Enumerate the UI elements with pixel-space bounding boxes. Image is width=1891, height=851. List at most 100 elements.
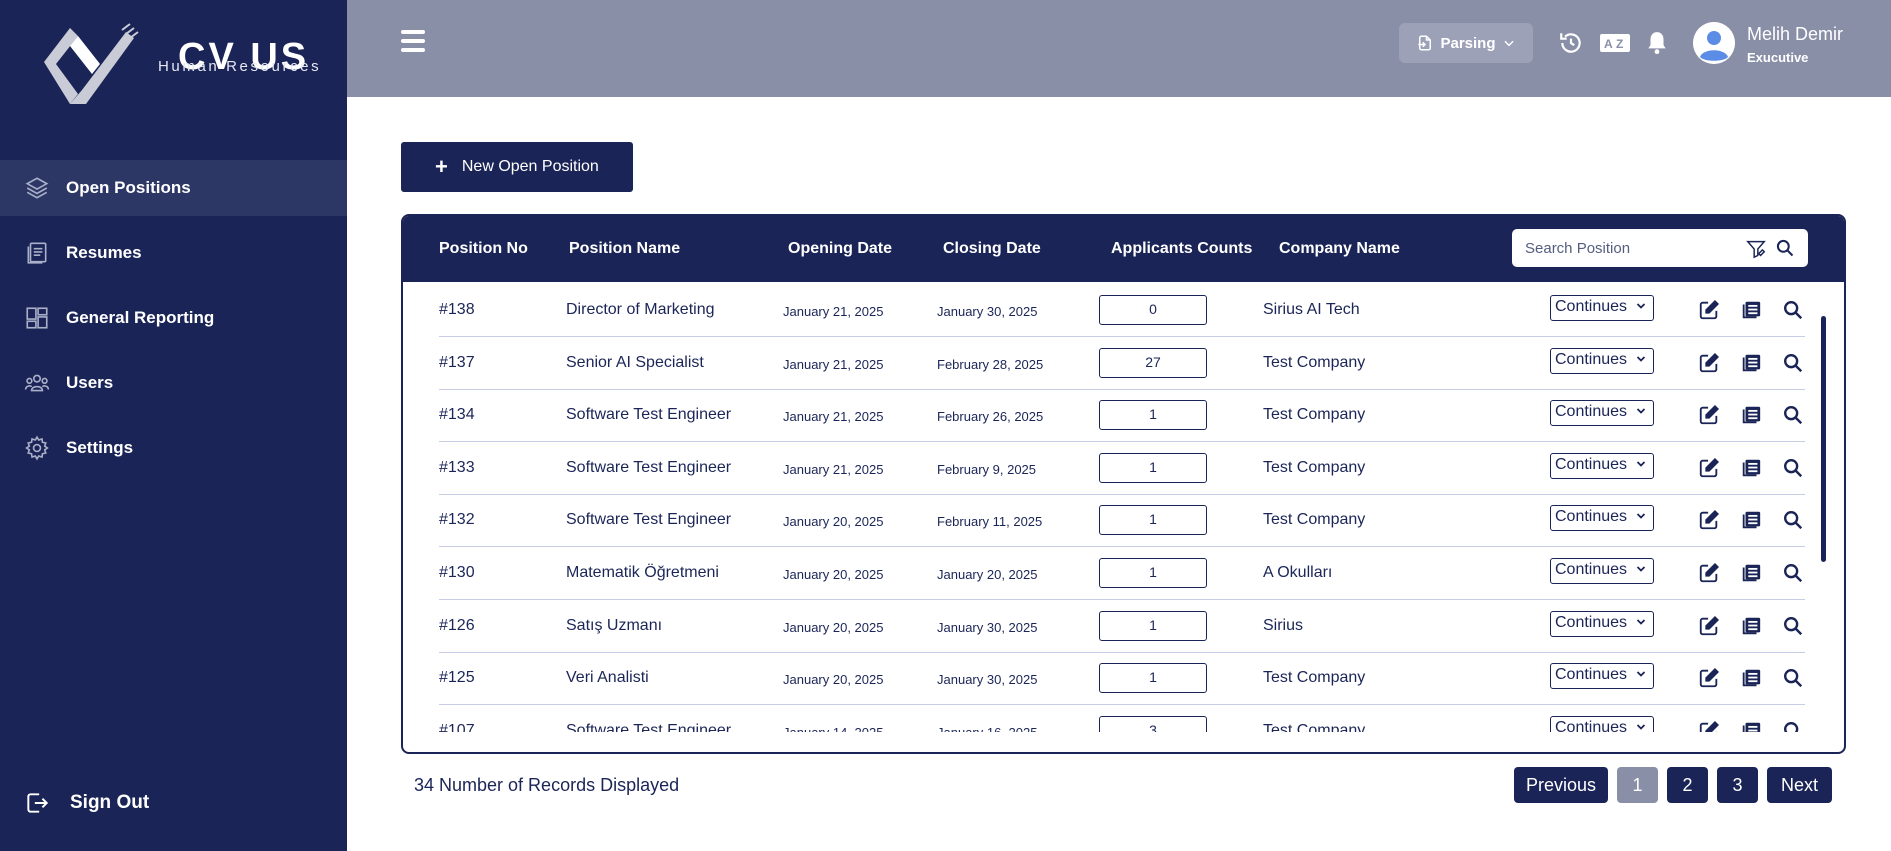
table-scrollbar[interactable] bbox=[1821, 316, 1826, 562]
search-icon[interactable] bbox=[1782, 404, 1804, 426]
applicants-count[interactable]: 1 bbox=[1099, 663, 1207, 694]
table-row[interactable]: #107 Software Test Engineer January 14, 20… bbox=[439, 705, 1805, 732]
table-row[interactable]: #138 Director of Marketing January 21, 202… bbox=[439, 284, 1805, 337]
position-name[interactable]: Matematik Öğretmeni bbox=[566, 564, 719, 582]
sidebar-item-open-positions[interactable]: Open Positions bbox=[0, 160, 347, 216]
applicants-count[interactable]: 0 bbox=[1099, 295, 1207, 325]
edit-icon[interactable] bbox=[1698, 457, 1720, 479]
status-select[interactable]: Continues bbox=[1550, 558, 1654, 584]
search-icon[interactable] bbox=[1782, 667, 1804, 689]
position-name[interactable]: Veri Analisti bbox=[566, 669, 649, 687]
sidebar-item-settings[interactable]: Settings bbox=[0, 420, 347, 476]
page-button-3[interactable]: 3 bbox=[1717, 767, 1758, 803]
status-select[interactable]: Continues bbox=[1550, 610, 1654, 637]
position-name[interactable]: Software Test Engineer bbox=[566, 406, 731, 424]
position-name[interactable]: Software Test Engineer bbox=[566, 722, 731, 732]
status-select[interactable]: Continues bbox=[1550, 347, 1654, 374]
table-row[interactable]: #137 Senior AI Specialist January 21, 2025… bbox=[439, 337, 1805, 390]
list-detail-icon[interactable] bbox=[1740, 509, 1762, 531]
sidebar-item-general-reporting[interactable]: General Reporting bbox=[0, 290, 347, 346]
search-icon[interactable] bbox=[1782, 720, 1804, 732]
applicants-count[interactable]: 27 bbox=[1099, 347, 1207, 378]
status-select[interactable]: Continues bbox=[1550, 663, 1654, 690]
closing-date: January 30, 2025 bbox=[937, 304, 1038, 319]
edit-icon[interactable] bbox=[1698, 404, 1720, 426]
search-icon[interactable] bbox=[1775, 238, 1795, 258]
svg-text:Z: Z bbox=[1616, 37, 1623, 51]
search-input[interactable] bbox=[1512, 229, 1732, 267]
filter-icon[interactable] bbox=[1745, 238, 1767, 260]
applicants-count[interactable]: 1 bbox=[1099, 558, 1207, 588]
search-icon[interactable] bbox=[1782, 299, 1804, 321]
search-icon[interactable] bbox=[1782, 615, 1804, 637]
sidebar-item-resumes[interactable]: Resumes bbox=[0, 225, 347, 281]
closing-date: January 16, 2025 bbox=[937, 725, 1037, 732]
applicants-count[interactable]: 1 bbox=[1099, 505, 1207, 536]
menu-toggle-icon[interactable] bbox=[401, 30, 425, 52]
sign-out-button[interactable]: Sign Out bbox=[24, 790, 149, 816]
history-icon[interactable] bbox=[1558, 30, 1584, 56]
list-detail-icon[interactable] bbox=[1740, 457, 1762, 479]
edit-icon[interactable] bbox=[1698, 299, 1720, 321]
position-name[interactable]: Senior AI Specialist bbox=[566, 354, 704, 372]
list-detail-icon[interactable] bbox=[1740, 404, 1762, 426]
page-button-1[interactable]: 1 bbox=[1617, 767, 1658, 803]
sidebar-item-users[interactable]: Users bbox=[0, 355, 347, 411]
search-icon[interactable] bbox=[1782, 352, 1804, 374]
status-select[interactable]: Continues bbox=[1550, 505, 1654, 532]
avatar[interactable] bbox=[1693, 22, 1735, 64]
applicants-count[interactable]: 1 bbox=[1099, 610, 1207, 641]
status-select[interactable]: Continues bbox=[1550, 452, 1654, 479]
column-header-applicants-counts[interactable]: Applicants Counts bbox=[1111, 240, 1252, 258]
status-select[interactable]: Continues bbox=[1550, 295, 1654, 321]
table-row[interactable]: #125 Veri Analisti January 20, 2025 January… bbox=[439, 652, 1805, 706]
column-header-position-name[interactable]: Position Name bbox=[569, 240, 680, 258]
page-button-2[interactable]: 2 bbox=[1667, 767, 1708, 803]
position-name[interactable]: Software Test Engineer bbox=[566, 511, 731, 529]
search-icon[interactable] bbox=[1782, 562, 1804, 584]
table-row[interactable]: #134 Software Test Engineer January 21, 20… bbox=[439, 389, 1805, 443]
edit-icon[interactable] bbox=[1698, 667, 1720, 689]
user-avatar-icon bbox=[1693, 22, 1735, 64]
edit-icon[interactable] bbox=[1698, 352, 1720, 374]
user-name[interactable]: Melih Demir bbox=[1747, 24, 1843, 45]
table-row[interactable]: #132 Software Test Engineer January 20, 20… bbox=[439, 494, 1805, 548]
next-page-button[interactable]: Next bbox=[1767, 767, 1832, 803]
status-value: Continues bbox=[1555, 508, 1628, 526]
column-header-opening-date[interactable]: Opening Date bbox=[788, 240, 892, 258]
column-header-closing-date[interactable]: Closing Date bbox=[943, 240, 1041, 258]
column-header-position-no[interactable]: Position No bbox=[439, 240, 528, 258]
parsing-dropdown[interactable]: Parsing bbox=[1399, 23, 1533, 63]
list-detail-icon[interactable] bbox=[1740, 299, 1762, 321]
list-detail-icon[interactable] bbox=[1740, 667, 1762, 689]
search-icon[interactable] bbox=[1782, 509, 1804, 531]
table-row[interactable]: #133 Software Test Engineer January 21, 20… bbox=[439, 442, 1805, 495]
new-open-position-button[interactable]: + New Open Position bbox=[401, 142, 633, 192]
list-detail-icon[interactable] bbox=[1740, 562, 1762, 584]
position-name[interactable]: Director of Marketing bbox=[566, 301, 715, 319]
status-select[interactable]: Continues bbox=[1550, 400, 1654, 427]
company-name: Test Company bbox=[1263, 721, 1366, 732]
edit-icon[interactable] bbox=[1698, 720, 1720, 732]
position-name[interactable]: Software Test Engineer bbox=[566, 459, 731, 477]
applicants-count[interactable]: 1 bbox=[1099, 400, 1207, 431]
status-select[interactable]: Continues bbox=[1550, 715, 1654, 732]
edit-icon[interactable] bbox=[1698, 562, 1720, 584]
table-row[interactable]: #130 Matematik Öğretmeni January 20, 2025 J… bbox=[439, 547, 1805, 600]
applicants-count[interactable]: 3 bbox=[1099, 715, 1207, 732]
search-icon[interactable] bbox=[1782, 457, 1804, 479]
table-row[interactable]: #126 Satış Uzmanı January 20, 2025 January … bbox=[439, 600, 1805, 653]
translate-icon[interactable]: AZ bbox=[1599, 30, 1631, 56]
position-name[interactable]: Satış Uzmanı bbox=[566, 617, 662, 635]
edit-icon[interactable] bbox=[1698, 615, 1720, 637]
list-detail-icon[interactable] bbox=[1740, 615, 1762, 637]
edit-icon[interactable] bbox=[1698, 509, 1720, 531]
chevron-down-icon bbox=[1636, 303, 1646, 309]
status-value: Continues bbox=[1555, 718, 1628, 732]
column-header-company-name[interactable]: Company Name bbox=[1279, 240, 1400, 258]
previous-page-button[interactable]: Previous bbox=[1514, 767, 1608, 803]
list-detail-icon[interactable] bbox=[1740, 720, 1762, 732]
bell-icon[interactable] bbox=[1644, 30, 1670, 56]
applicants-count[interactable]: 1 bbox=[1099, 452, 1207, 483]
list-detail-icon[interactable] bbox=[1740, 352, 1762, 374]
